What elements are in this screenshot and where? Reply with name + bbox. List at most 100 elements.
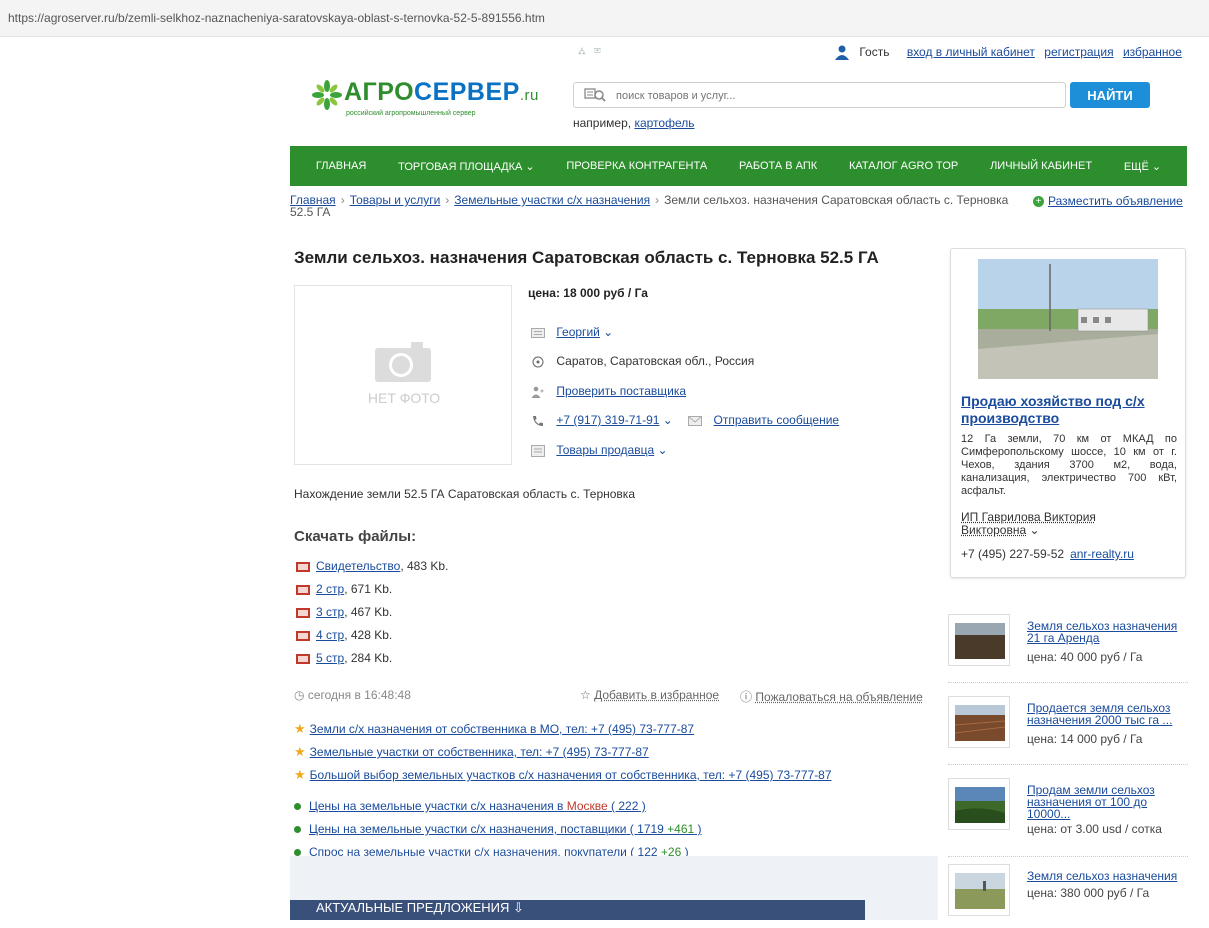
pdf-file-icon [296, 630, 310, 642]
listing-thumbnail[interactable] [948, 864, 1010, 916]
search-box [573, 82, 1066, 108]
example-link[interactable]: картофель [634, 116, 694, 130]
file-link[interactable]: Свидетельство [316, 559, 400, 573]
files-heading: Скачать файлы: [294, 528, 416, 545]
search-example: например, картофель [573, 116, 695, 130]
featured-ad-site-link[interactable]: anr-realty.ru [1070, 547, 1134, 561]
login-link[interactable]: вход в личный кабинет [907, 45, 1035, 59]
nav-home[interactable]: ГЛАВНАЯ [316, 160, 366, 172]
listing-thumbnail[interactable] [948, 778, 1010, 830]
clock-icon: ◷ [294, 688, 308, 702]
favorites-link[interactable]: избранное [1123, 45, 1182, 59]
seller-goods-link[interactable]: Товары продавца [556, 443, 654, 457]
warning-icon: ⓘ [740, 690, 755, 704]
location-text: Саратов, Саратовская обл., Россия [556, 354, 754, 368]
page-title: Земли сельхоз. назначения Саратовская об… [294, 248, 879, 268]
chevron-down-icon[interactable]: ⌄ [600, 325, 613, 339]
promo-link[interactable]: Земельные участки от собственника, тел: … [310, 745, 649, 759]
featured-ad-title[interactable]: Продаю хозяйство под с/х производство [961, 393, 1177, 427]
breadcrumb-separator: › [655, 193, 659, 207]
chevron-down-icon[interactable]: ⌄ [659, 413, 672, 427]
post-ad-link[interactable]: + Разместить объявление [1033, 194, 1183, 208]
id-card-icon [531, 327, 545, 339]
download-arrow-icon: ⇩ [513, 900, 524, 915]
logo-tagline: российский агропромышленный сервер [346, 110, 476, 117]
sidebar-listing-price: цена: 40 000 руб / Га [1027, 650, 1142, 664]
check-supplier-row: Проверить поставщика [531, 384, 686, 398]
phone-link[interactable]: +7 (917) 319-71-91 [556, 413, 659, 427]
promo-link[interactable]: Большой выбор земельных участков с/х наз… [310, 768, 832, 782]
complain-link[interactable]: ⓘ Пожаловаться на объявление [740, 688, 923, 705]
sitemap-icon[interactable]: ⛼ [578, 46, 594, 57]
nav-account[interactable]: ЛИЧНЫЙ КАБИНЕТ [990, 160, 1092, 172]
sidebar-listing-link[interactable]: Земля сельхоз назначения 21 га Аренда [1027, 620, 1185, 644]
star-icon: ★ [294, 744, 306, 759]
main-nav: ГЛАВНАЯ ТОРГОВАЯ ПЛОЩАДКА ⌄ ПРОВЕРКА КОН… [290, 146, 1187, 186]
featured-ad-description: 12 Га земли, 70 км от МКАД по Симферопол… [961, 433, 1177, 498]
seller-link[interactable]: Георгий [556, 325, 600, 339]
sidebar-listing: Земля сельхоз назначения цена: 380 000 р… [948, 862, 1188, 928]
nav-more[interactable]: ЕЩЁ ⌄ [1124, 160, 1161, 173]
chevron-down-icon[interactable]: ⌄ [654, 443, 667, 457]
featured-ad-image[interactable] [978, 259, 1158, 379]
promo-link-item: ★ Земли с/х назначения от собственника в … [294, 721, 694, 737]
file-item: 5 стр, 284 Kb. [296, 651, 392, 665]
sidebar-listing-link[interactable]: Продается земля сельхоз назначения 2000 … [1027, 702, 1185, 726]
nav-jobs[interactable]: РАБОТА В АПК [739, 160, 817, 172]
check-supplier-link[interactable]: Проверить поставщика [556, 384, 686, 398]
offers-tab[interactable]: АКТУАЛЬНЫЕ ПРЕДЛОЖЕНИЯ ⇩ [316, 900, 524, 916]
related-link-moscow[interactable]: Цены на земельные участки с/х назначения… [309, 799, 646, 813]
breadcrumb-category[interactable]: Земельные участки с/х назначения [454, 193, 650, 207]
divider [948, 764, 1188, 765]
search-input[interactable] [614, 87, 1058, 105]
search-button[interactable]: НАЙТИ [1070, 82, 1150, 108]
file-link[interactable]: 5 стр [316, 651, 344, 665]
seller-row: Георгий ⌄ [531, 325, 613, 339]
users-icon [531, 386, 545, 398]
phone-icon [531, 415, 545, 427]
sidebar-listing: Продам земли сельхоз назначения от 100 д… [948, 776, 1188, 842]
site-logo[interactable]: АГРОСЕРВЕР.ru российский агропромышленны… [312, 78, 552, 128]
file-link[interactable]: 3 стр [316, 605, 344, 619]
file-link[interactable]: 2 стр [316, 582, 344, 596]
featured-ad: Продаю хозяйство под с/х производство 12… [950, 248, 1186, 578]
nav-marketplace[interactable]: ТОРГОВАЯ ПЛОЩАДКА ⌄ [398, 160, 535, 173]
listing-thumbnail[interactable] [948, 614, 1010, 666]
location-pin-icon [531, 356, 545, 368]
related-link-suppliers[interactable]: Цены на земельные участки с/х назначения… [309, 822, 702, 836]
logo-flower-icon [312, 80, 342, 110]
sidebar-listing: Продается земля сельхоз назначения 2000 … [948, 694, 1188, 760]
bullet-icon [294, 803, 301, 810]
featured-ad-seller[interactable]: ИП Гаврилова Виктория Викторовна ⌄ [961, 511, 1131, 537]
pdf-file-icon [296, 584, 310, 596]
search-icon [584, 87, 606, 103]
sidebar-listing-price: цена: от 3.00 usd / сотка [1027, 822, 1162, 836]
location-row: Саратов, Саратовская обл., Россия [531, 354, 754, 368]
sidebar-listing-link[interactable]: Продам земли сельхоз назначения от 100 д… [1027, 784, 1185, 820]
pdf-file-icon [296, 607, 310, 619]
nav-catalog[interactable]: КАТАЛОГ AGRO TOP [849, 160, 958, 172]
add-favorite-link[interactable]: ☆ Добавить в избранное [580, 688, 719, 702]
promo-link-item: ★ Большой выбор земельных участков с/х на… [294, 767, 832, 783]
camera-icon [375, 342, 431, 382]
mail-icon[interactable]: ✉ [594, 46, 609, 57]
top-utility-icons: ⛼✉ [578, 46, 609, 59]
listing-photo-placeholder: НЕТ ФОТО [294, 285, 512, 465]
register-link[interactable]: регистрация [1044, 45, 1113, 59]
sidebar-listing-price: цена: 14 000 руб / Га [1027, 732, 1142, 746]
file-item: 2 стр, 671 Kb. [296, 582, 392, 596]
address-bar[interactable]: https://agroserver.ru/b/zemli-selkhoz-na… [0, 0, 1209, 37]
file-item: 4 стр, 428 Kb. [296, 628, 392, 642]
file-link[interactable]: 4 стр [316, 628, 344, 642]
file-item: 3 стр, 467 Kb. [296, 605, 392, 619]
listing-thumbnail[interactable] [948, 696, 1010, 748]
nav-counterparty-check[interactable]: ПРОВЕРКА КОНТРАГЕНТА [566, 160, 707, 172]
sidebar-listing-link[interactable]: Земля сельхоз назначения [1027, 870, 1185, 882]
promo-link[interactable]: Земли с/х назначения от собственника в М… [310, 722, 694, 736]
related-link-item: Цены на земельные участки с/х назначения… [294, 799, 646, 813]
breadcrumb-goods[interactable]: Товары и услуги [350, 193, 441, 207]
send-message-link[interactable]: Отправить сообщение [714, 413, 840, 427]
plus-icon: + [1033, 196, 1044, 207]
logo-wordmark: АГРОСЕРВЕР.ru [344, 78, 539, 107]
sidebar-listing-price: цена: 380 000 руб / Га [1027, 886, 1149, 900]
